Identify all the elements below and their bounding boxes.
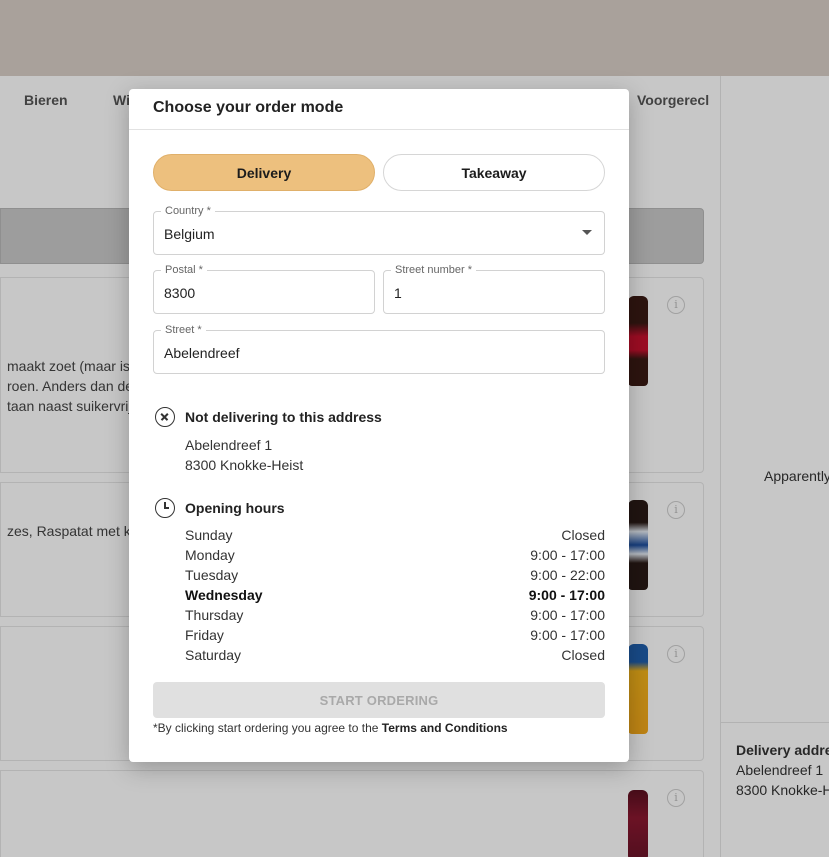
hours-value: Closed [561,647,605,663]
hours-value: 9:00 - 17:00 [530,547,605,563]
hours-value: Closed [561,527,605,543]
start-ordering-button[interactable]: START ORDERING [153,682,605,718]
country-label: Country * [161,204,215,218]
clock-icon [155,498,175,518]
close-circle-icon [155,407,175,427]
hours-row: Thursday 9:00 - 17:00 [185,605,605,625]
street-number-label: Street number * [391,263,477,277]
street-number-field[interactable]: Street number * 1 [383,263,605,314]
hours-row-today: Wednesday 9:00 - 17:00 [185,585,605,605]
hours-row: Tuesday 9:00 - 22:00 [185,565,605,585]
hours-row: Monday 9:00 - 17:00 [185,545,605,565]
street-field[interactable]: Street * Abelendreef [153,323,605,374]
terms-notice: *By clicking start ordering you agree to… [153,721,508,735]
country-value: Belgium [164,226,215,242]
street-number-value: 1 [394,285,402,301]
terms-text: *By clicking start ordering you agree to… [153,721,379,735]
dialog-title: Choose your order mode [153,99,344,116]
day-label: Tuesday [185,567,239,583]
opening-hours-list: Sunday Closed Monday 9:00 - 17:00 Tuesda… [185,525,605,665]
postal-field[interactable]: Postal * 8300 [153,263,375,314]
address-line: 8300 Knokke-Heist [185,457,304,473]
postal-value: 8300 [164,285,196,301]
order-mode-dialog: Choose your order mode Delivery Takeaway… [129,89,629,762]
hours-row: Friday 9:00 - 17:00 [185,625,605,645]
hours-row: Saturday Closed [185,645,605,665]
hours-value: 9:00 - 17:00 [528,587,605,603]
day-label: Monday [185,547,235,563]
country-select[interactable]: Country * Belgium [153,204,605,255]
delivery-mode-button[interactable]: Delivery [153,154,375,191]
postal-label: Postal * [161,263,207,277]
street-label: Street * [161,323,206,337]
address-line: Abelendreef 1 [185,437,273,453]
not-delivering-title: Not delivering to this address [185,409,382,425]
hours-value: 9:00 - 17:00 [530,607,605,623]
hours-row: Sunday Closed [185,525,605,545]
terms-link[interactable]: Terms and Conditions [382,721,508,735]
street-value: Abelendreef [164,345,240,361]
chevron-down-icon[interactable] [582,230,592,235]
day-label: Saturday [185,647,242,663]
day-label: Thursday [185,607,244,623]
hours-value: 9:00 - 22:00 [530,567,605,583]
day-label: Friday [185,627,224,643]
day-label: Wednesday [185,587,263,603]
takeaway-mode-button[interactable]: Takeaway [383,154,605,191]
hours-value: 9:00 - 17:00 [530,627,605,643]
day-label: Sunday [185,527,233,543]
dialog-divider [129,129,629,130]
opening-hours-title: Opening hours [185,500,285,516]
